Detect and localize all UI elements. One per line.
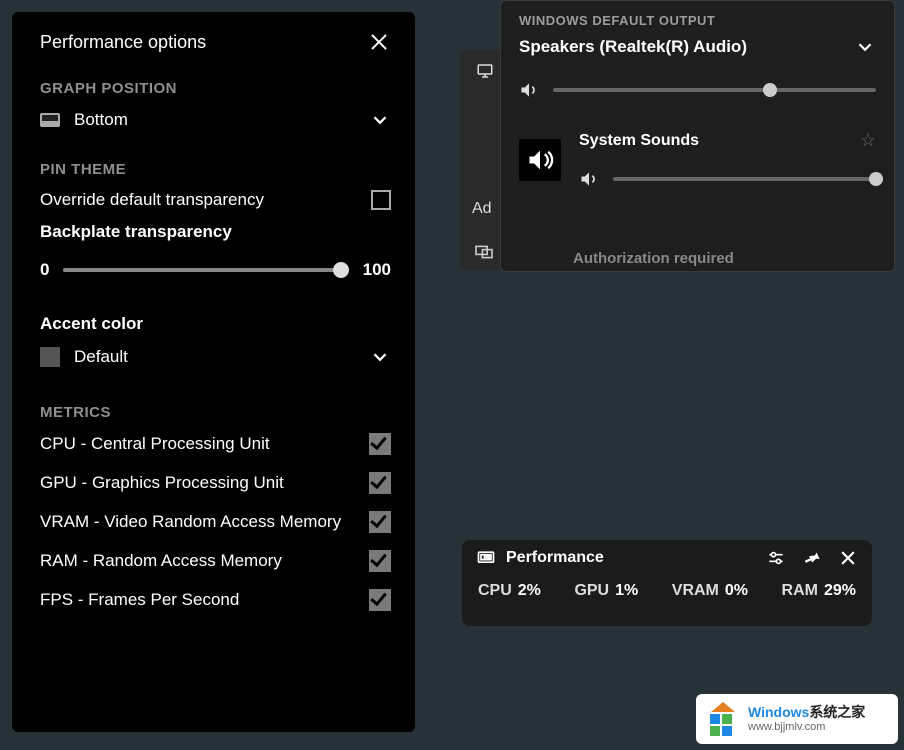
slider-min: 0 (40, 260, 49, 280)
system-sounds-icon (519, 139, 561, 181)
auth-required-text: Authorization required (573, 250, 734, 267)
stat-gpu-value: 1% (615, 582, 638, 599)
watermark-url: www.bjjmlv.com (748, 721, 865, 733)
override-transparency-checkbox[interactable] (371, 190, 391, 210)
pin-icon[interactable] (802, 548, 822, 568)
graph-position-value: Bottom (74, 110, 128, 130)
performance-icon (476, 548, 496, 568)
system-sounds-label: System Sounds (579, 132, 699, 150)
slider-max: 100 (363, 260, 391, 280)
vol-section-label: WINDOWS DEFAULT OUTPUT (519, 13, 876, 28)
metric-vram-label: VRAM - Video Random Access Memory (40, 512, 341, 532)
metric-gpu-checkbox[interactable] (369, 472, 391, 494)
backplate-transparency-slider[interactable] (63, 268, 348, 272)
accent-swatch (40, 347, 60, 367)
pin-theme-label: PIN THEME (40, 161, 391, 178)
system-volume-slider[interactable] (613, 177, 876, 181)
screens-icon (474, 244, 494, 260)
stat-vram-value: 0% (725, 582, 748, 599)
stat-gpu-label: GPU (574, 582, 609, 599)
settings-sliders-icon[interactable] (766, 548, 786, 568)
volume-icon[interactable] (519, 80, 539, 100)
watermark-brand-prefix: Windows (748, 704, 809, 720)
graph-position-label: GRAPH POSITION (40, 80, 391, 97)
metric-gpu-label: GPU - Graphics Processing Unit (40, 473, 284, 493)
metric-cpu-checkbox[interactable] (369, 433, 391, 455)
graph-position-dropdown[interactable]: Bottom (40, 109, 391, 131)
chevron-down-icon (369, 346, 391, 368)
position-bottom-icon (40, 113, 60, 127)
volume-icon[interactable] (579, 169, 599, 189)
stat-vram-label: VRAM (672, 582, 719, 599)
accent-color-dropdown[interactable]: Default (40, 346, 391, 368)
metrics-label: METRICS (40, 404, 391, 421)
panel-title: Performance options (40, 32, 206, 53)
vol-device-name: Speakers (Realtek(R) Audio) (519, 37, 747, 57)
bg-widget-add: Ad (472, 200, 492, 218)
override-transparency-label: Override default transparency (40, 190, 264, 210)
monitor-icon (476, 62, 494, 80)
master-volume-slider[interactable] (553, 88, 876, 92)
watermark-brand-suffix: 系统之家 (809, 704, 865, 720)
backplate-transparency-label: Backplate transparency (40, 222, 391, 242)
metric-cpu-label: CPU - Central Processing Unit (40, 434, 270, 454)
stat-cpu-label: CPU (478, 582, 512, 599)
metric-fps-checkbox[interactable] (369, 589, 391, 611)
watermark-logo-icon (706, 702, 740, 736)
accent-color-label: Accent color (40, 314, 391, 334)
chevron-down-icon (369, 109, 391, 131)
metric-vram-checkbox[interactable] (369, 511, 391, 533)
watermark: Windows系统之家 www.bjjmlv.com (696, 694, 898, 744)
performance-options-panel: Performance options GRAPH POSITION Botto… (12, 12, 415, 732)
close-icon[interactable] (367, 30, 391, 54)
performance-widget: Performance CPU 2% GPU 1% VRAM 0% RAM 29% (462, 540, 872, 626)
metric-ram-checkbox[interactable] (369, 550, 391, 572)
volume-flyout: WINDOWS DEFAULT OUTPUT Speakers (Realtek… (500, 0, 895, 272)
performance-title: Performance (506, 549, 604, 567)
metric-ram-label: RAM - Random Access Memory (40, 551, 282, 571)
stat-cpu-value: 2% (518, 582, 541, 599)
stat-ram-value: 29% (824, 582, 856, 599)
star-icon[interactable]: ☆ (860, 130, 876, 151)
chevron-down-icon[interactable] (854, 36, 876, 58)
metric-fps-label: FPS - Frames Per Second (40, 590, 239, 610)
close-icon[interactable] (838, 548, 858, 568)
accent-color-value: Default (74, 347, 128, 367)
stat-ram-label: RAM (782, 582, 818, 599)
